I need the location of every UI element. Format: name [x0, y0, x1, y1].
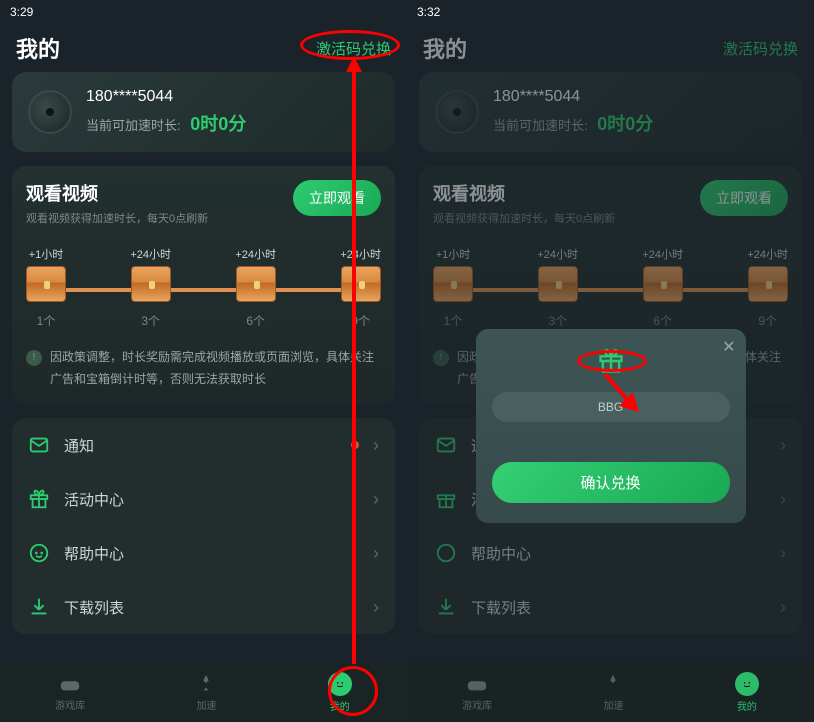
- nav-item-mine[interactable]: 我的: [328, 672, 352, 713]
- chest-item[interactable]: +24小时 3个: [130, 246, 171, 329]
- chest-icon: [341, 266, 381, 302]
- chest-icon: [131, 266, 171, 302]
- redeem-link[interactable]: 激活码兑换: [723, 38, 798, 59]
- menu-label: 帮助中心: [64, 543, 359, 564]
- video-subtitle: 观看视频获得加速时长，每天0点刷新: [26, 210, 208, 226]
- nav-item-library[interactable]: 游戏库: [55, 673, 85, 712]
- chevron-right-icon: ›: [373, 435, 379, 456]
- page-title: 我的: [423, 32, 467, 64]
- duration-value: 0时0分: [190, 114, 246, 134]
- duration-label: 当前可加速时长:: [86, 118, 181, 133]
- menu-item-activity[interactable]: 活动中心 ›: [12, 472, 395, 526]
- gamepad-icon: [59, 673, 81, 695]
- modal-overlay: ✕ 确认兑换: [407, 130, 814, 722]
- chest-count: 3个: [141, 312, 160, 329]
- chat-icon: [28, 542, 50, 564]
- chest-time: +1小时: [29, 246, 64, 262]
- status-time: 3:29: [10, 5, 33, 19]
- chest-row: +1小时 1个 +24小时 3个 +24小时 6个 +24小时: [26, 238, 381, 333]
- nav-item-boost[interactable]: 加速: [195, 673, 217, 712]
- menu-label: 通知: [64, 435, 337, 456]
- download-icon: [28, 596, 50, 618]
- screen-right: 3:32 我的 激活码兑换 180****5044 当前可加速时长: 0时0分 …: [407, 0, 814, 722]
- watch-button[interactable]: 立即观看: [293, 180, 381, 216]
- rocket-icon: [195, 673, 217, 695]
- status-bar: 3:32: [407, 0, 814, 24]
- red-dot-icon: [351, 441, 359, 449]
- status-bar: 3:29: [0, 0, 407, 24]
- redeem-link[interactable]: 激活码兑换: [316, 38, 391, 59]
- redeem-code-input[interactable]: [492, 392, 730, 422]
- gift-icon: [28, 488, 50, 510]
- chevron-right-icon: ›: [373, 489, 379, 510]
- status-time: 3:32: [417, 5, 440, 19]
- gift-icon: [492, 347, 730, 380]
- menu-item-notify[interactable]: 通知 ›: [12, 418, 395, 472]
- info-icon: !: [26, 350, 42, 366]
- video-card: 观看视频 观看视频获得加速时长，每天0点刷新 立即观看 +1小时 1个 +24小…: [12, 166, 395, 404]
- chest-count: 9个: [351, 312, 370, 329]
- confirm-redeem-button[interactable]: 确认兑换: [492, 462, 730, 503]
- chest-count: 1个: [37, 312, 56, 329]
- redeem-modal: ✕ 确认兑换: [476, 329, 746, 523]
- screen-left: 3:29 我的 激活码兑换 180****5044 当前可加速时长: 0时0分 …: [0, 0, 407, 722]
- menu-item-download[interactable]: 下载列表 ›: [12, 580, 395, 634]
- chest-time: +24小时: [340, 246, 381, 262]
- avatar: [28, 90, 72, 134]
- chest-time: +24小时: [235, 246, 276, 262]
- user-card[interactable]: 180****5044 当前可加速时长: 0时0分: [12, 72, 395, 152]
- chest-icon: [26, 266, 66, 302]
- mail-icon: [28, 434, 50, 456]
- chest-count: 6个: [246, 312, 265, 329]
- duration-row: 当前可加速时长: 0时0分: [86, 110, 246, 136]
- video-title: 观看视频: [26, 180, 208, 206]
- user-phone: 180****5044: [86, 88, 246, 106]
- nav-label: 游戏库: [55, 697, 85, 712]
- header: 我的 激活码兑换: [407, 24, 814, 72]
- chest-icon: [236, 266, 276, 302]
- avatar: [435, 90, 479, 134]
- header: 我的 激活码兑换: [0, 24, 407, 72]
- chevron-right-icon: ›: [373, 543, 379, 564]
- face-icon: [328, 672, 352, 696]
- menu-label: 下载列表: [64, 597, 359, 618]
- menu-label: 活动中心: [64, 489, 359, 510]
- chest-item[interactable]: +1小时 1个: [26, 246, 66, 329]
- chest-item[interactable]: +24小时 9个: [340, 246, 381, 329]
- notice-text: 因政策调整，时长奖励需完成视频播放或页面浏览，具体关注广告和宝箱倒计时等，否则无…: [50, 347, 381, 390]
- chest-item[interactable]: +24小时 6个: [235, 246, 276, 329]
- notice-row: ! 因政策调整，时长奖励需完成视频播放或页面浏览，具体关注广告和宝箱倒计时等，否…: [26, 347, 381, 390]
- close-icon[interactable]: ✕: [722, 337, 735, 357]
- chest-time: +24小时: [130, 246, 171, 262]
- menu-item-help[interactable]: 帮助中心 ›: [12, 526, 395, 580]
- menu-list: 通知 › 活动中心 › 帮助中心 › 下载列表 ›: [12, 418, 395, 634]
- page-title: 我的: [16, 32, 60, 64]
- chevron-right-icon: ›: [373, 597, 379, 618]
- nav-label: 加速: [196, 697, 216, 712]
- bottom-nav: 游戏库 加速 我的: [0, 662, 407, 722]
- user-phone: 180****5044: [493, 88, 653, 106]
- nav-label: 我的: [330, 698, 350, 713]
